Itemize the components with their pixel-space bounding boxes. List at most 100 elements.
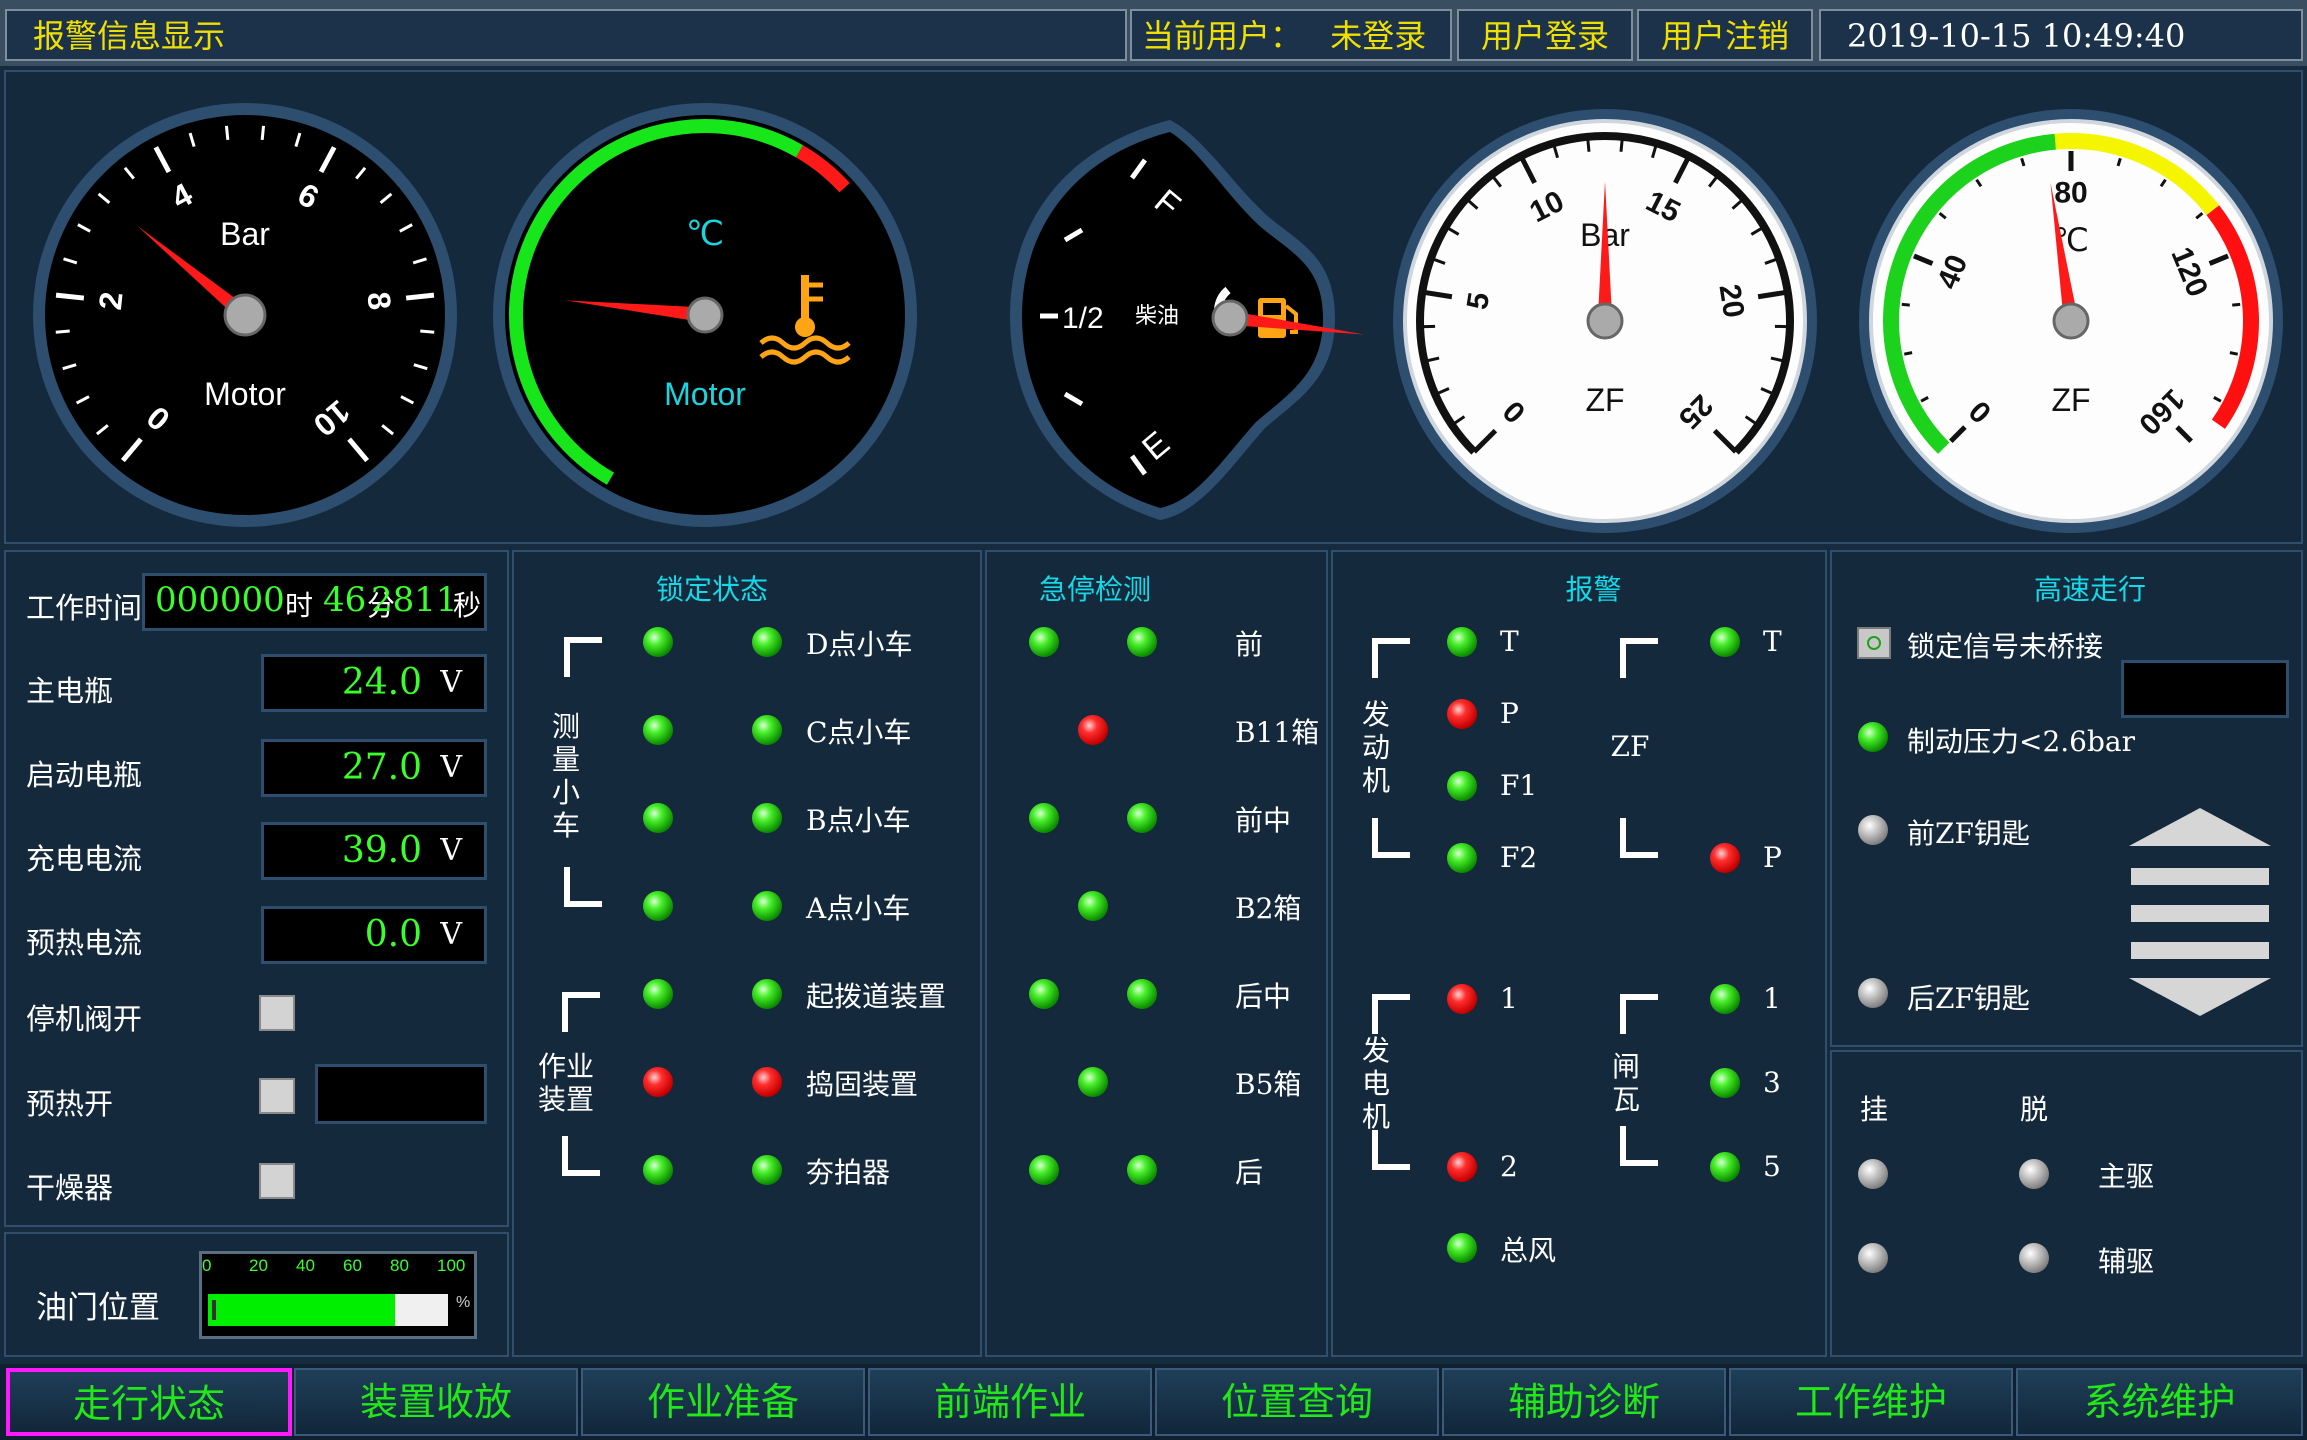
speed-scroll-control[interactable] <box>2125 808 2275 1016</box>
bracket <box>1372 818 1410 858</box>
zf-group-label: ZF <box>1610 730 1650 763</box>
high-speed-display <box>2121 660 2289 718</box>
bracket <box>1620 638 1658 678</box>
nav-work-maintenance[interactable]: 工作维护 <box>1729 1368 2013 1436</box>
charge-current-label: 充电电流 <box>26 842 143 876</box>
aux-drive-label: 辅驱 <box>2098 1245 2155 1278</box>
estop-led <box>1127 627 1157 657</box>
throttle-tick-label: 0 <box>202 1256 212 1275</box>
needle-hub <box>686 296 724 334</box>
preheat-current-value: 0.0 V <box>261 906 487 964</box>
lock-signal-label: 锁定信号未桥接 <box>1907 630 2104 663</box>
bracket <box>564 637 602 677</box>
user-logout-button[interactable]: 用户注销 <box>1637 9 1813 61</box>
zf-alarm-led <box>1710 627 1740 657</box>
alarm-info-display[interactable]: 报警信息显示 <box>5 9 1127 61</box>
preheat-display <box>315 1064 487 1124</box>
current-user-value: 未登录 <box>1330 17 1427 55</box>
engine-alarm-led <box>1447 843 1477 873</box>
throttle-label: 油门位置 <box>36 1290 160 1326</box>
lock-led-left <box>643 627 673 657</box>
estop-row-label: B2箱 <box>1235 892 1302 925</box>
main-drive-release-led[interactable] <box>2019 1159 2049 1189</box>
zf-temp-label: ZF <box>2051 382 2090 418</box>
throttle-ticks: 0 20 40 60 80 100 <box>202 1256 474 1280</box>
motor-temp-gauge: ℃ Motor <box>493 103 917 527</box>
scroll-down-icon[interactable] <box>2129 978 2271 1016</box>
datetime-display: 2019-10-15 10:49:40 <box>1819 9 2303 61</box>
estop-led <box>1029 979 1059 1009</box>
lock-row-label: 起拨道装置 <box>806 980 947 1013</box>
zf-alarm-led <box>1710 843 1740 873</box>
value-number: 39.0 <box>341 830 422 871</box>
bracket <box>1620 1126 1658 1166</box>
value-unit: V <box>440 917 462 952</box>
zf-pressure-gauge: 0510152025 Bar ZF <box>1393 109 1817 533</box>
motor-pressure-label: Motor <box>204 376 286 412</box>
generator-alarm-led <box>1447 1152 1477 1182</box>
nav-running-status[interactable]: 走行状态 <box>6 1368 292 1436</box>
hang-label: 挂 <box>1860 1093 1889 1126</box>
hour-unit: 时 <box>285 589 314 622</box>
aux-drive-release-led[interactable] <box>2019 1243 2049 1273</box>
nav-work-prep[interactable]: 作业准备 <box>581 1368 865 1436</box>
value-number: 24.0 <box>341 662 422 703</box>
engine-alarm-led <box>1447 699 1477 729</box>
brake-alarm-led <box>1710 984 1740 1014</box>
lock-led-right <box>752 627 782 657</box>
motor-pressure-unit: Bar <box>220 216 270 252</box>
zf-temp-gauge: 04080120160 ℃ ZF <box>1859 109 2283 533</box>
lock-row-label: D点小车 <box>806 628 913 661</box>
value-number: 0.0 <box>364 914 422 955</box>
gauge-tick-label: 2 <box>92 290 130 311</box>
nav-system-maintenance[interactable]: 系统维护 <box>2016 1368 2303 1436</box>
needle-hub <box>1586 302 1624 340</box>
lock-led-left <box>643 1155 673 1185</box>
total-air-label: 总风 <box>1500 1234 1557 1267</box>
aux-drive-hang-led[interactable] <box>1858 1243 1888 1273</box>
bracket <box>562 992 600 1032</box>
estop-led <box>1127 1155 1157 1185</box>
stop-valve-label: 停机阀开 <box>26 1002 143 1036</box>
generator-alarm-label: 2 <box>1500 1150 1518 1183</box>
needle-hub <box>2052 302 2090 340</box>
nav-position-query[interactable]: 位置查询 <box>1155 1368 1439 1436</box>
measurement-cart-group-label: 测量小车 <box>551 710 580 842</box>
lock-led-right <box>752 715 782 745</box>
lock-row-label: B点小车 <box>806 804 911 837</box>
bracket <box>1372 1130 1410 1170</box>
dryer-checkbox[interactable] <box>259 1163 295 1199</box>
work-time-display: 000000 时 46 分 2811 秒 <box>142 573 487 631</box>
throttle-bar-frame: 0 20 40 60 80 100 % <box>199 1251 477 1339</box>
fuel-half-label: 1/2 <box>1062 302 1104 335</box>
nav-device-retract[interactable]: 装置收放 <box>294 1368 578 1436</box>
nav-aux-diagnosis[interactable]: 辅助诊断 <box>1442 1368 1726 1436</box>
engine-alarm-label: F2 <box>1500 841 1538 874</box>
lock-led-left <box>643 1067 673 1097</box>
throttle-track <box>208 1294 448 1326</box>
throttle-tick-label: 20 <box>249 1256 268 1275</box>
stop-valve-checkbox[interactable] <box>259 995 295 1031</box>
motor-pressure-gauge: 024 6810 Bar Motor <box>33 103 457 527</box>
scroll-up-icon[interactable] <box>2129 808 2271 846</box>
generator-alarm-label: 1 <box>1500 982 1518 1015</box>
estop-title: 急停检测 <box>1038 573 1151 606</box>
total-air-led <box>1447 1233 1477 1263</box>
motor-temp-label: Motor <box>664 376 746 412</box>
estop-led <box>1078 891 1108 921</box>
charge-current-value: 39.0 V <box>261 822 487 880</box>
throttle-tick-label: 40 <box>296 1256 315 1275</box>
bracket <box>562 1136 600 1176</box>
main-drive-hang-led[interactable] <box>1858 1159 1888 1189</box>
value-unit: V <box>440 750 462 785</box>
lock-signal-indicator <box>1857 627 1891 659</box>
estop-row-label: 后 <box>1235 1156 1264 1189</box>
user-login-button[interactable]: 用户登录 <box>1457 9 1633 61</box>
nav-front-work[interactable]: 前端作业 <box>868 1368 1152 1436</box>
estop-led <box>1078 715 1108 745</box>
preheat-on-checkbox[interactable] <box>259 1078 295 1114</box>
needle-hub <box>223 293 267 337</box>
needle-hub <box>1211 299 1249 337</box>
value-number: 27.0 <box>341 747 422 788</box>
gauge-tick-label: 8 <box>360 290 398 311</box>
